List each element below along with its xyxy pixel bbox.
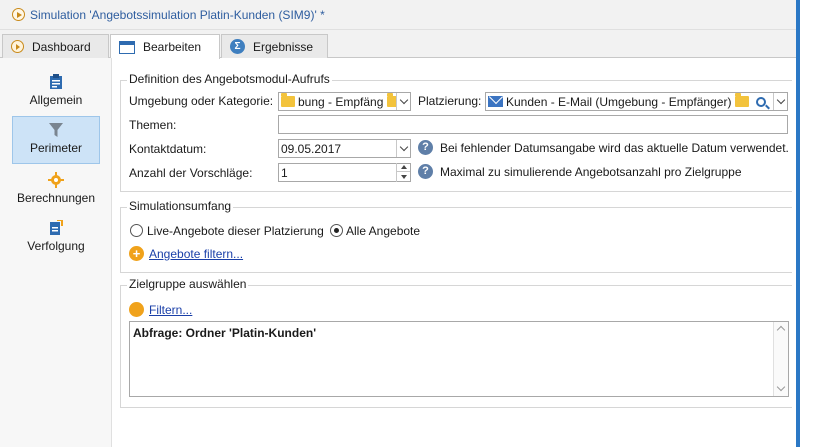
environment-dropdown-button[interactable]: [396, 93, 410, 110]
arrow-down-icon: [400, 174, 407, 179]
placement-value: Kunden - E-Mail (Umgebung - Empfänger): [506, 94, 732, 109]
filter-icon[interactable]: [129, 302, 144, 317]
environment-value: bung - Empfäng: [298, 94, 384, 109]
chevron-down-icon: [776, 95, 785, 105]
stepper-up-button[interactable]: [397, 163, 410, 172]
sidebar-item-label: Perimeter: [29, 141, 82, 155]
sidebar-item-label: Berechnungen: [16, 191, 96, 205]
folder-browse-icon[interactable]: [735, 93, 750, 107]
tab-bearbeiten-label: Bearbeiten: [143, 40, 202, 54]
scroll-up-icon[interactable]: [776, 325, 786, 335]
tracking-icon: [50, 220, 63, 235]
tab-bearbeiten[interactable]: Bearbeiten: [110, 34, 220, 59]
tab-ergebnisse[interactable]: Σ Ergebnisse: [221, 34, 328, 58]
add-filter-icon[interactable]: +: [129, 246, 144, 261]
simulation-icon: [12, 8, 25, 21]
environment-label: Umgebung oder Kategorie:: [129, 94, 274, 108]
proposals-label: Anzahl der Vorschläge:: [129, 166, 253, 180]
stepper-down-button[interactable]: [397, 172, 410, 181]
chevron-down-icon: [399, 95, 408, 105]
search-icon[interactable]: [756, 96, 767, 107]
help-icon[interactable]: ?: [418, 164, 433, 179]
proposals-value: 1: [281, 165, 288, 180]
query-textarea[interactable]: Abfrage: Ordner 'Platin-Kunden': [129, 321, 789, 397]
sidebar-item-berechnungen[interactable]: Berechnungen: [12, 172, 100, 205]
sidebar-item-verfolgung[interactable]: Verfolgung: [12, 220, 100, 253]
date-picker-button[interactable]: [396, 140, 410, 157]
arrow-up-icon: [400, 165, 407, 169]
sigma-icon: Σ: [230, 39, 245, 54]
scope-group: Simulationsumfang: [120, 199, 792, 273]
proposals-stepper[interactable]: [396, 163, 410, 182]
contact-date-label: Kontaktdatum:: [129, 142, 207, 156]
scroll-down-icon[interactable]: [776, 382, 786, 392]
scope-group-title: Simulationsumfang: [127, 199, 234, 213]
folder-icon: [281, 93, 295, 107]
sidebar-item-perimeter[interactable]: Perimeter: [12, 116, 100, 164]
query-text: Abfrage: Ordner 'Platin-Kunden': [133, 326, 317, 340]
environment-select[interactable]: bung - Empfäng: [278, 92, 411, 111]
proposals-input[interactable]: 1: [278, 163, 411, 182]
window-titlebar: Simulation 'Angebotssimulation Platin-Ku…: [0, 0, 796, 30]
radio-live-offers[interactable]: [130, 224, 143, 237]
themes-input[interactable]: [278, 115, 788, 134]
themes-label: Themen:: [129, 118, 177, 132]
sidebar-item-allgemein[interactable]: Allgemein: [12, 74, 100, 107]
tab-dashboard[interactable]: Dashboard: [2, 34, 109, 58]
help-icon[interactable]: ?: [418, 140, 433, 155]
email-icon: [488, 96, 503, 107]
tab-ergebnisse-label: Ergebnisse: [253, 39, 314, 54]
sidebar: Allgemein Perimeter Berechnungen Verfolg…: [0, 58, 112, 447]
tab-dashboard-label: Dashboard: [32, 39, 91, 54]
radio-live-offers-label[interactable]: Live-Angebote dieser Platzierung: [147, 224, 324, 238]
contact-date-value: 09.05.2017: [281, 141, 342, 156]
target-group-title: Zielgruppe auswählen: [127, 277, 249, 291]
radio-all-offers-label[interactable]: Alle Angebote: [346, 224, 420, 238]
contact-date-help: Bei fehlender Datumsangabe wird das aktu…: [440, 141, 789, 155]
right-edge: [796, 0, 828, 447]
sidebar-item-label: Verfolgung: [27, 239, 85, 253]
placement-dropdown-button[interactable]: [773, 93, 787, 110]
scrollbar[interactable]: [773, 322, 788, 396]
filter-target-link[interactable]: Filtern...: [149, 303, 192, 317]
radio-all-offers[interactable]: [330, 224, 343, 237]
window-title: Simulation 'Angebotssimulation Platin-Ku…: [30, 7, 325, 22]
sidebar-item-label: Allgemein: [29, 93, 83, 107]
dashboard-icon: [11, 40, 24, 53]
main-panel: Definition des Angebotsmodul-Aufrufs Umg…: [112, 58, 796, 447]
funnel-icon: [49, 123, 63, 137]
placement-label: Platzierung:: [418, 94, 482, 108]
placement-select[interactable]: Kunden - E-Mail (Umgebung - Empfänger): [485, 92, 788, 111]
clipboard-icon: [50, 74, 62, 89]
proposals-help: Maximal zu simulierende Angebotsanzahl p…: [440, 165, 742, 179]
edit-form-icon: [119, 40, 135, 54]
definition-group-title: Definition des Angebotsmodul-Aufrufs: [127, 72, 332, 86]
tab-bar: Dashboard Bearbeiten Σ Ergebnisse: [0, 30, 796, 59]
window-border: [796, 0, 800, 447]
gear-icon: [48, 172, 64, 188]
chevron-down-icon: [399, 142, 408, 152]
filter-offers-link[interactable]: Angebote filtern...: [149, 247, 243, 261]
contact-date-input[interactable]: 09.05.2017: [278, 139, 411, 158]
